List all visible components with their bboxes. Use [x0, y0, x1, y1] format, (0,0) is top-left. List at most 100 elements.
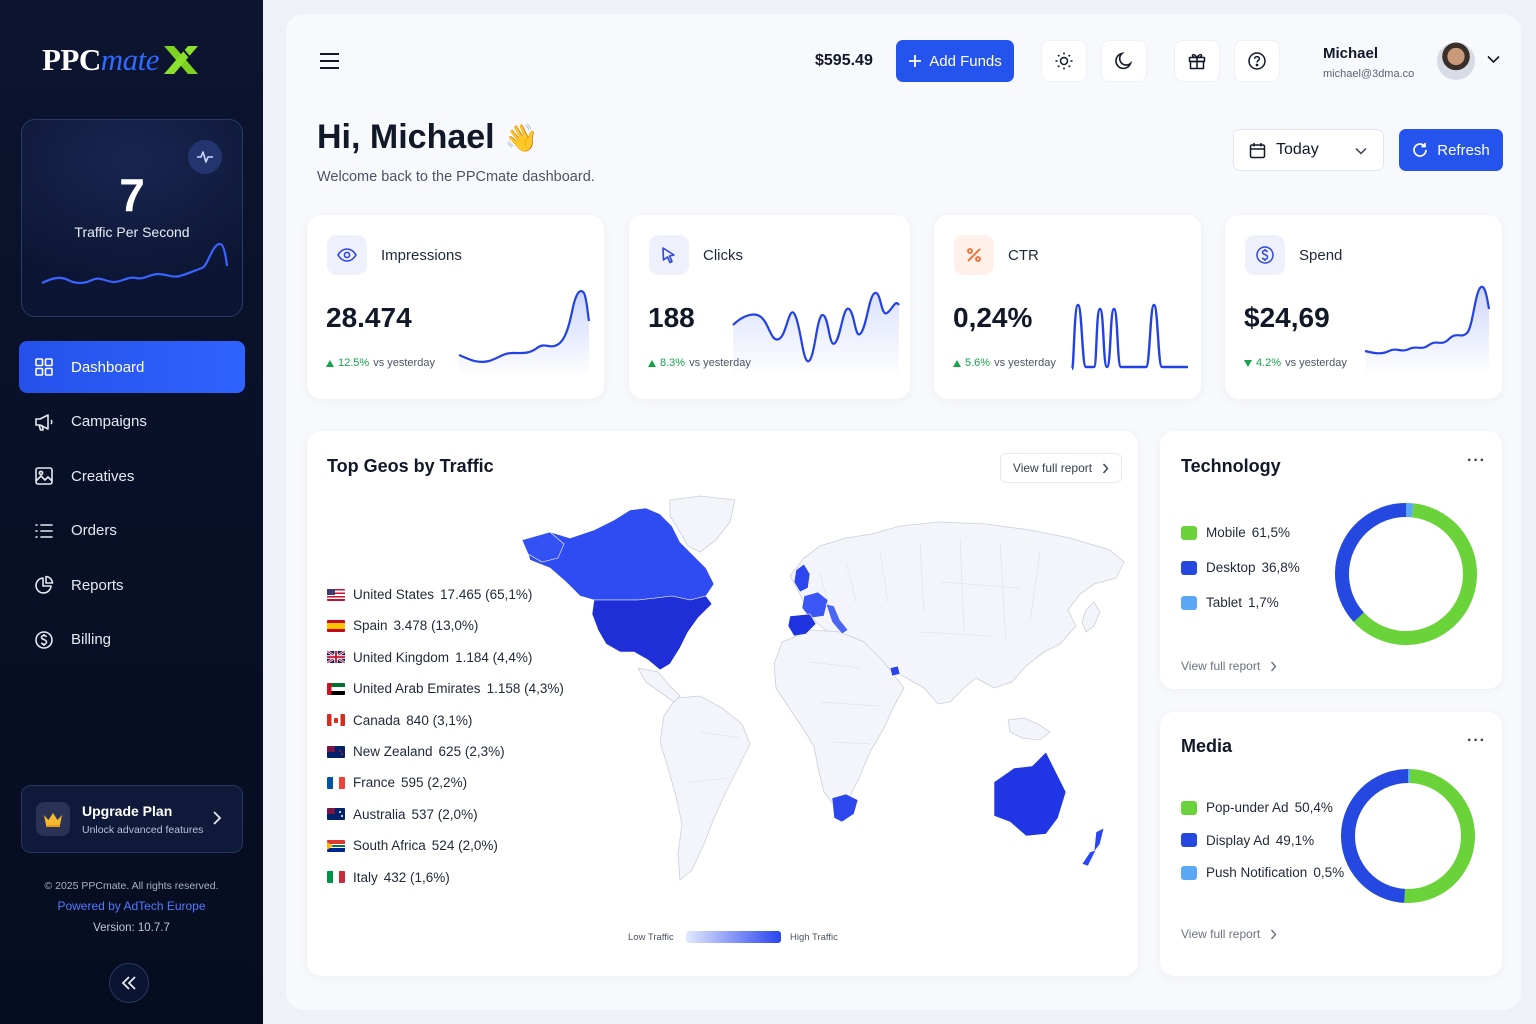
kpi-card-clicks: Clicks 188 8.3% vs yesterday	[629, 215, 910, 399]
dark-mode-button[interactable]	[1101, 40, 1147, 82]
chevron-right-icon	[213, 811, 222, 825]
kpi-card-spend: Spend $24,69 4.2% vs yesterday	[1225, 215, 1502, 399]
geo-list-item[interactable]: Canada 840 (3,1%)	[327, 713, 472, 728]
clicks-sparkline	[732, 291, 900, 377]
sidebar-item-label: Reports	[71, 576, 124, 594]
more-options-icon[interactable]: ···	[1467, 732, 1486, 750]
geo-country: United States	[353, 587, 435, 602]
geo-list-item[interactable]: South Africa 524 (2,0%)	[327, 838, 498, 853]
flag-ca-icon	[327, 714, 345, 727]
geo-country: United Arab Emirates	[353, 681, 481, 697]
upgrade-title: Upgrade Plan	[82, 802, 173, 819]
sidebar: PPC mate 7 Traffic Per Second Dashboard C…	[0, 0, 263, 1024]
legend-item: Mobile 61,5%	[1181, 525, 1290, 540]
donut-slice-mobile[interactable]	[1353, 503, 1477, 645]
spend-sparkline	[1364, 285, 1491, 375]
geo-country: Spain	[353, 618, 388, 634]
donut-slice-display-ad[interactable]	[1341, 769, 1409, 903]
gifts-button[interactable]	[1174, 40, 1220, 82]
megaphone-icon	[33, 411, 55, 433]
sidebar-item-reports[interactable]: Reports	[19, 559, 245, 611]
eye-icon	[327, 235, 367, 275]
geo-value: 537 (2,0%)	[411, 806, 478, 822]
sidebar-item-orders[interactable]: Orders	[19, 505, 245, 557]
percent-icon	[954, 235, 994, 275]
upgrade-subtitle: Unlock advanced features	[82, 823, 204, 836]
geo-value: 17.465 (65,1%)	[440, 587, 533, 602]
upgrade-plan-card[interactable]: Upgrade Plan Unlock advanced features	[21, 785, 243, 853]
legend-item: Display Ad 49,1%	[1181, 833, 1314, 848]
sidebar-item-creatives[interactable]: Creatives	[19, 450, 245, 502]
media-view-full-report-link[interactable]: View full report	[1181, 927, 1277, 941]
light-mode-button[interactable]	[1041, 40, 1087, 82]
kpi-title: Spend	[1299, 247, 1343, 264]
arrow-up-icon	[648, 359, 656, 367]
donut-slice-desktop[interactable]	[1335, 503, 1407, 622]
geo-list-item[interactable]: United Kingdom 1.184 (4,4%)	[327, 650, 532, 665]
geo-list-item[interactable]: United Arab Emirates 1.158 (4,3%)	[327, 681, 564, 696]
add-funds-label: Add Funds	[929, 52, 1002, 70]
geo-country: France	[353, 775, 396, 791]
sidebar-item-label: Dashboard	[71, 358, 145, 376]
geo-list-item[interactable]: Spain 3.478 (13,0%)	[327, 618, 478, 633]
sidebar-nav: Dashboard Campaigns Creatives Orders Rep…	[19, 341, 245, 668]
more-options-icon[interactable]: ···	[1467, 452, 1486, 470]
pie-chart-icon	[33, 574, 55, 596]
map-region-new-zealand	[1093, 827, 1105, 854]
world-map[interactable]	[520, 492, 1130, 892]
donut-slice-pop-under-ad[interactable]	[1404, 769, 1475, 903]
flag-fr-icon	[327, 776, 345, 789]
brand-x-logo-icon	[164, 45, 199, 74]
geos-view-full-report-button[interactable]: View full report	[1000, 453, 1122, 483]
kpi-value: $24,69	[1244, 302, 1330, 333]
help-button[interactable]	[1234, 40, 1280, 82]
technology-view-full-report-link[interactable]: View full report	[1181, 659, 1277, 673]
chevron-right-icon	[1271, 661, 1277, 671]
geo-country: Canada	[353, 712, 401, 728]
geo-value: 3.478 (13,0%)	[393, 618, 479, 634]
user-name: Michael	[1323, 45, 1379, 62]
collapse-sidebar-button[interactable]	[109, 963, 149, 1003]
version-text: Version: 10.7.7	[93, 922, 170, 934]
powered-by-link[interactable]: Powered by AdTech Europe	[0, 899, 263, 913]
geo-list-item[interactable]: Australia 537 (2,0%)	[327, 807, 478, 822]
sidebar-item-campaigns[interactable]: Campaigns	[19, 396, 245, 448]
welcome-subtitle: Welcome back to the PPCmate dashboard.	[317, 169, 595, 185]
sidebar-item-dashboard[interactable]: Dashboard	[19, 341, 245, 393]
sidebar-item-label: Billing	[71, 631, 112, 648]
add-funds-button[interactable]: Add Funds	[896, 40, 1014, 82]
geo-list-item[interactable]: New Zealand 625 (2,3%)	[327, 744, 505, 759]
list-icon	[33, 520, 55, 542]
geo-list-item[interactable]: France 595 (2,2%)	[327, 775, 467, 790]
geo-list-item[interactable]: United States 17.465 (65,1%)	[327, 587, 532, 602]
geo-country: United Kingdom	[353, 649, 450, 665]
geo-list-item[interactable]: Italy 432 (1,6%)	[327, 870, 450, 885]
avatar[interactable]	[1437, 42, 1475, 80]
crown-icon	[36, 802, 70, 836]
geo-country: New Zealand	[353, 744, 433, 759]
legend-low-label: Low Traffic	[628, 932, 674, 943]
chevron-down-icon[interactable]	[1487, 55, 1500, 64]
refresh-button[interactable]: Refresh	[1399, 129, 1503, 171]
brand-name-part2: mate	[100, 42, 160, 77]
sidebar-item-label: Orders	[71, 522, 117, 539]
traffic-per-second-card: 7 Traffic Per Second	[21, 119, 243, 317]
plus-icon	[909, 55, 922, 67]
refresh-icon	[1413, 143, 1428, 157]
page-title: Hi, Michael 👋	[317, 118, 538, 157]
kpi-change: 4.2% vs yesterday	[1244, 357, 1347, 369]
sidebar-item-label: Campaigns	[71, 413, 147, 430]
hamburger-menu-icon[interactable]	[319, 52, 340, 70]
sidebar-item-label: Creatives	[71, 467, 135, 485]
legend-label: Tablet	[1206, 595, 1243, 610]
date-range-select[interactable]: Today	[1233, 129, 1384, 171]
copyright-text: © 2025 PPCmate. All rights reserved.	[44, 880, 219, 892]
brand-logo[interactable]: PPC mate	[42, 42, 201, 78]
user-email: michael@3dma.co	[1323, 68, 1415, 80]
map-region-south-africa	[831, 793, 859, 823]
grid-icon	[33, 356, 55, 378]
flag-gb-icon	[327, 651, 345, 664]
legend-label: Push Notification	[1206, 865, 1308, 880]
sidebar-item-billing[interactable]: Billing	[19, 614, 245, 666]
kpi-card-ctr: CTR 0,24% 5.6% vs yesterday	[934, 215, 1201, 399]
